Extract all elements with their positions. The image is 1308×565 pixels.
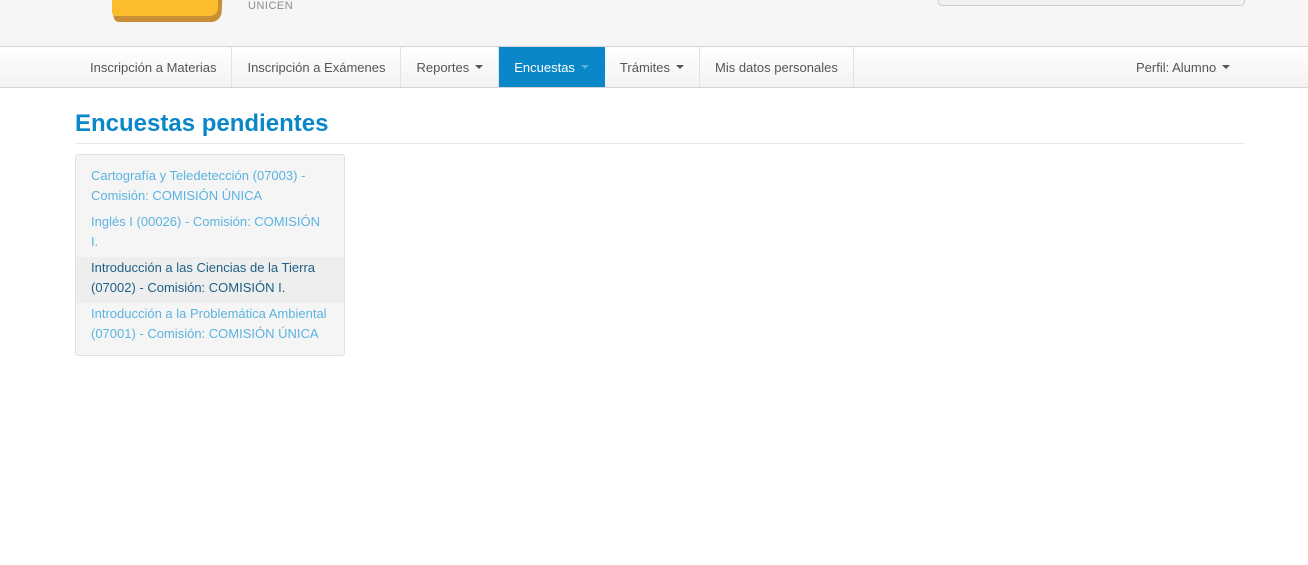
nav-item-label: Trámites bbox=[619, 59, 670, 75]
nav-item-tramites[interactable]: Trámites bbox=[605, 47, 700, 87]
nav-item-label: Reportes bbox=[416, 59, 470, 75]
nav-item-label: Mis datos personales bbox=[715, 59, 838, 75]
user-panel[interactable] bbox=[938, 0, 1245, 6]
title-divider bbox=[75, 143, 1245, 144]
survey-link-problematica-ambiental[interactable]: Introducción a la Problemática Ambiental… bbox=[76, 303, 344, 349]
caret-down-icon bbox=[676, 65, 684, 69]
nav-item-label: Inscripción a Exámenes bbox=[247, 59, 386, 75]
survey-link-ciencias-tierra[interactable]: Introducción a las Ciencias de la Tierra… bbox=[76, 257, 344, 303]
nav-menu: Inscripción a Materias Inscripción a Exá… bbox=[75, 47, 854, 87]
pending-surveys-list: Cartografía y Teledetección (07003) - Co… bbox=[75, 154, 345, 356]
nav-item-mis-datos-personales[interactable]: Mis datos personales bbox=[700, 47, 854, 87]
survey-link-ingles[interactable]: Inglés I (00026) - Comisión: COMISIÓN I. bbox=[76, 211, 344, 257]
caret-down-icon bbox=[475, 65, 484, 69]
nav-item-label: Encuestas bbox=[514, 59, 575, 75]
nav-item-reportes[interactable]: Reportes bbox=[401, 47, 500, 87]
nav-item-label: Inscripción a Materias bbox=[90, 59, 217, 75]
logo-face bbox=[112, 0, 218, 16]
caret-down-icon bbox=[1222, 65, 1231, 69]
nav-item-inscripcion-examenes[interactable]: Inscripción a Exámenes bbox=[232, 47, 402, 87]
profile-dropdown[interactable]: Perfil: Alumno bbox=[1136, 47, 1231, 87]
unicen-logo[interactable] bbox=[112, 0, 223, 22]
main-navbar: Inscripción a Materias Inscripción a Exá… bbox=[0, 46, 1308, 88]
brand-subtitle: UNICEN bbox=[248, 0, 294, 12]
profile-label: Perfil: Alumno bbox=[1136, 59, 1217, 75]
nav-item-inscripcion-materias[interactable]: Inscripción a Materias bbox=[75, 47, 233, 87]
caret-down-icon bbox=[580, 65, 589, 69]
site-header: UNICEN bbox=[0, 0, 1308, 46]
nav-item-encuestas[interactable]: Encuestas bbox=[499, 47, 605, 87]
survey-link-cartografia[interactable]: Cartografía y Teledetección (07003) - Co… bbox=[76, 165, 344, 211]
page-title: Encuestas pendientes bbox=[75, 110, 329, 137]
